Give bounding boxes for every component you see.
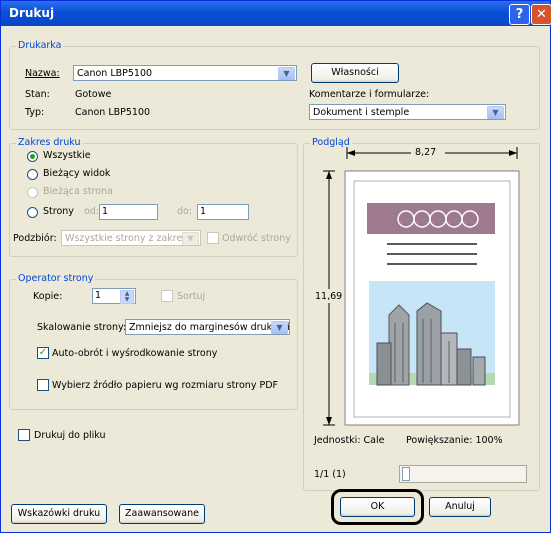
- auto-rotate-label[interactable]: Auto-obrót i wyśrodkowanie strony: [52, 348, 217, 359]
- collate-checkbox: [161, 290, 173, 302]
- arrow-down-icon: [326, 417, 332, 425]
- range-current-view-label[interactable]: Bieżący widok: [43, 168, 110, 179]
- close-button[interactable]: ✕: [531, 4, 551, 25]
- scaling-value: Zmniejsz do marginesów drukarki: [129, 322, 290, 333]
- preview-building: [416, 302, 442, 386]
- preview-diagram: [315, 146, 520, 426]
- auto-rotate-checkbox[interactable]: ✓: [37, 347, 49, 359]
- page-handling-group-label: Operator strony: [16, 273, 96, 284]
- preview-header-band: [367, 203, 495, 234]
- paper-source-checkbox[interactable]: [37, 379, 49, 391]
- chevron-down-icon: ▼: [278, 67, 295, 80]
- printing-tips-button[interactable]: Wskazówki druku: [11, 504, 107, 524]
- preview-building: [376, 342, 392, 386]
- advanced-button[interactable]: Zaawansowane: [119, 504, 205, 524]
- spinner-icon[interactable]: ▲ ▼: [120, 290, 134, 304]
- page-slider-track[interactable]: [399, 465, 527, 483]
- comments-label: Komentarze i formularze:: [309, 89, 430, 100]
- arrow-left-icon: [347, 150, 355, 156]
- scaling-select[interactable]: Zmniejsz do marginesów drukarki ▼: [125, 319, 290, 335]
- print-dialog: Drukuj ? ✕ Drukarka Nazwa: Canon LBP5100…: [0, 0, 551, 533]
- range-to-label: do:: [177, 206, 193, 217]
- range-from-input[interactable]: 1: [99, 204, 158, 220]
- preview-building: [472, 356, 486, 386]
- preview-units-label: Jednostki: Cale: [314, 435, 385, 446]
- printer-status-value: Gotowe: [75, 89, 112, 100]
- subset-select: Wszystkie strony z zakresu ▼: [61, 230, 201, 246]
- range-to-input[interactable]: 1: [197, 204, 249, 220]
- print-to-file-label[interactable]: Drukuj do pliku: [34, 430, 106, 441]
- printer-name-label: Nazwa:: [25, 68, 60, 79]
- printer-name-select[interactable]: Canon LBP5100 ▼: [73, 65, 297, 81]
- chevron-down-icon: ▼: [182, 232, 199, 245]
- title-bar: Drukuj ? ✕: [1, 1, 551, 26]
- chevron-down-icon: ▼: [487, 106, 504, 119]
- printer-name-value: Canon LBP5100: [77, 68, 153, 79]
- window-title: Drukuj: [9, 6, 55, 20]
- chevron-down-icon: ▼: [271, 321, 288, 334]
- range-pages-label[interactable]: Strony: [43, 206, 74, 217]
- subset-value: Wszystkie strony z zakresu: [65, 233, 194, 244]
- range-all-label[interactable]: Wszystkie: [43, 150, 91, 161]
- preview-width-label: 8,27: [415, 147, 437, 158]
- range-all-radio[interactable]: [27, 151, 38, 162]
- properties-button[interactable]: Własności: [311, 63, 399, 83]
- range-from-label: od:: [84, 206, 100, 217]
- printer-type-label: Typ:: [25, 107, 45, 118]
- page-slider-thumb[interactable]: [402, 467, 410, 481]
- range-current-page-radio: [27, 187, 38, 198]
- copies-label: Kopie:: [33, 291, 63, 302]
- comments-select[interactable]: Dokument i stemple ▼: [309, 104, 506, 120]
- collate-label: Sortuj: [177, 291, 206, 302]
- copies-input[interactable]: 1 ▲ ▼: [92, 288, 136, 304]
- help-button[interactable]: ?: [509, 4, 530, 25]
- print-to-file-checkbox[interactable]: [18, 429, 30, 441]
- page-counter-label: 1/1 (1): [314, 469, 346, 480]
- preview-height-label: 11,69: [315, 291, 343, 302]
- subset-label: Podzbiór:: [13, 233, 57, 244]
- printer-status-label: Stan:: [25, 89, 50, 100]
- reverse-pages-checkbox: [207, 232, 219, 244]
- reverse-pages-label: Odwróć strony: [222, 233, 291, 244]
- range-current-view-radio[interactable]: [27, 169, 38, 180]
- preview-building: [456, 348, 472, 386]
- printer-type-value: Canon LBP5100: [75, 107, 151, 118]
- print-range-group-label: Zakres druku: [16, 137, 83, 148]
- cancel-button[interactable]: Anuluj: [429, 497, 491, 517]
- range-pages-radio[interactable]: [27, 207, 38, 218]
- printer-group-label: Drukarka: [16, 40, 64, 51]
- scaling-label: Skalowanie strony:: [37, 322, 127, 333]
- paper-source-label[interactable]: Wybierz źródło papieru wg rozmiaru stron…: [52, 380, 278, 391]
- preview-building: [388, 304, 410, 386]
- ok-highlight-ring: [331, 489, 424, 525]
- arrow-right-icon: [509, 150, 517, 156]
- arrow-up-icon: [326, 171, 332, 179]
- preview-zoom-label: Powiększanie: 100%: [406, 435, 503, 446]
- range-current-page-label: Bieżąca strona: [43, 186, 113, 197]
- copies-value: 1: [95, 290, 102, 301]
- comments-value: Dokument i stemple: [313, 107, 410, 118]
